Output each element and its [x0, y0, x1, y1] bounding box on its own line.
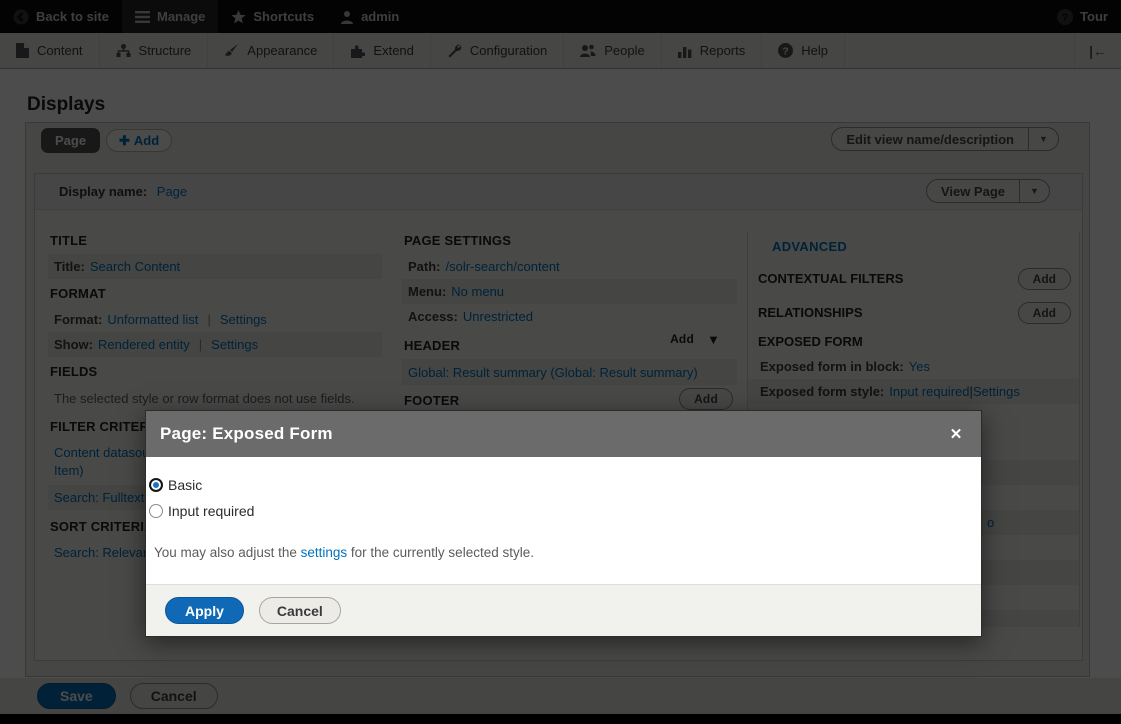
dialog-title: Page: Exposed Form — [160, 424, 333, 444]
radio-option-input-required[interactable]: Input required — [149, 503, 965, 519]
note-text-pre: You may also adjust the — [154, 545, 301, 560]
dialog-cancel-label: Cancel — [277, 603, 323, 619]
radio-option-basic[interactable]: Basic — [149, 477, 965, 493]
radio-icon-selected[interactable] — [149, 478, 163, 492]
dialog-titlebar[interactable]: Page: Exposed Form ✕ — [146, 411, 981, 457]
radio-icon-unselected[interactable] — [149, 504, 163, 518]
dialog-body: Basic Input required You may also adjust… — [146, 457, 981, 560]
close-icon[interactable]: ✕ — [945, 425, 967, 443]
note-text-post: for the currently selected style. — [347, 545, 534, 560]
apply-label: Apply — [185, 603, 224, 619]
dialog-cancel-button[interactable]: Cancel — [259, 597, 341, 624]
dialog-buttonpane: Apply Cancel — [146, 584, 981, 636]
dialog-note: You may also adjust the settings for the… — [154, 545, 965, 560]
exposed-form-dialog: Page: Exposed Form ✕ Basic Input require… — [145, 410, 982, 637]
apply-button[interactable]: Apply — [165, 597, 244, 624]
settings-link[interactable]: settings — [301, 545, 348, 560]
radio-basic-label: Basic — [168, 477, 202, 493]
radio-input-required-label: Input required — [168, 503, 254, 519]
